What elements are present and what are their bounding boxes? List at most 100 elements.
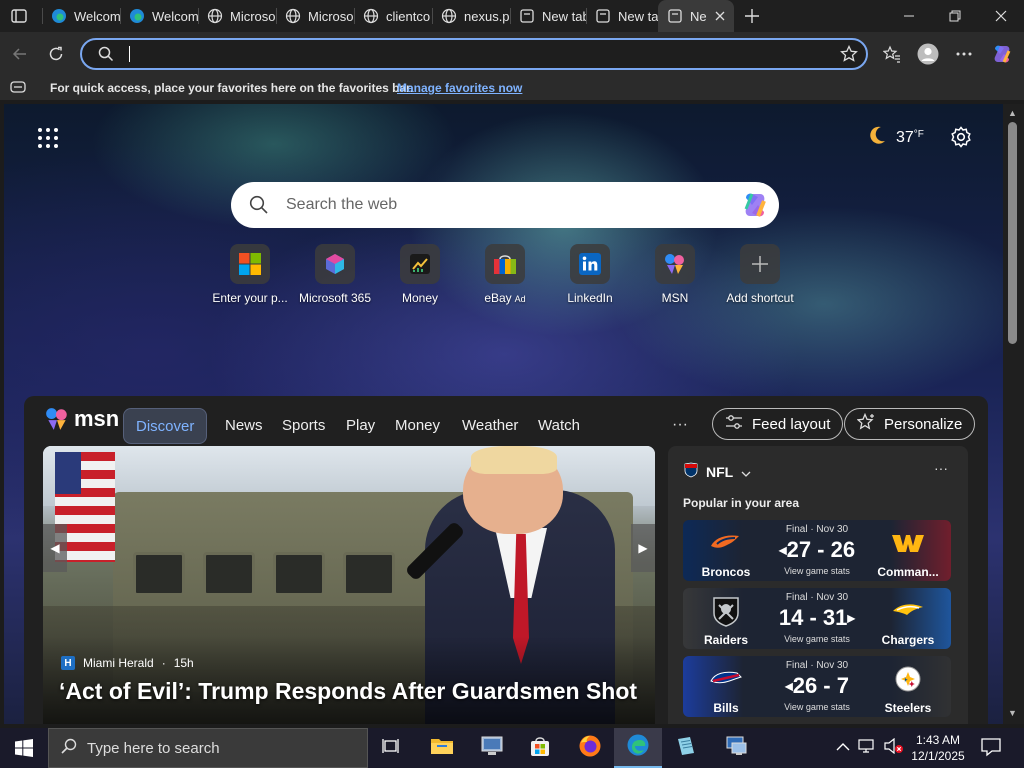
back-button[interactable] (5, 39, 35, 69)
taskbar-clock[interactable]: 1:43 AM 12/1/2025 (906, 732, 970, 764)
favorite-star-icon[interactable] (840, 44, 858, 68)
shortcut-label: Enter your p... (212, 291, 288, 305)
hero-source-name: Miami Herald (83, 656, 154, 670)
more-menu-button[interactable] (949, 39, 979, 69)
browser-tab[interactable]: New tab (586, 0, 658, 32)
browser-tab[interactable]: New tab (510, 0, 586, 32)
winner-caret-left-icon: ◀ (785, 681, 793, 693)
taskbar-app-notepad[interactable] (662, 728, 710, 768)
taskbar-firefox[interactable] (566, 728, 614, 768)
nfl-header[interactable]: NFL (684, 462, 751, 481)
hero-headline[interactable]: ‘Act of Evil’: Trump Responds After Guar… (59, 678, 637, 705)
refresh-button[interactable] (41, 39, 71, 69)
view-game-stats-link[interactable]: View game stats (683, 566, 951, 576)
browser-tab[interactable]: nexus.p (432, 0, 510, 32)
taskbar-edge-active[interactable] (614, 728, 662, 768)
browser-toolbar (0, 32, 1024, 76)
tab-title: Microso (230, 8, 276, 24)
hero-story-card[interactable]: H Miami Herald · 15h ‘Act of Evil’: Trum… (43, 446, 655, 724)
nav-tab-news[interactable]: News (213, 408, 275, 444)
taskbar-file-explorer[interactable] (418, 728, 466, 768)
start-button[interactable] (0, 728, 48, 768)
browser-tab[interactable]: Welcom (120, 0, 198, 32)
browser-tab[interactable]: Microso (276, 0, 354, 32)
taskbar-search-box[interactable]: Type here to search (48, 728, 368, 768)
chevron-up-icon[interactable] (836, 739, 850, 757)
scroll-down-arrow-icon[interactable]: ▼ (1008, 708, 1017, 718)
nav-tab-money[interactable]: Money (383, 408, 452, 444)
shortcut-tile[interactable]: Enter your p... (205, 244, 295, 305)
profile-avatar[interactable] (913, 39, 943, 69)
notification-center-icon[interactable] (980, 736, 1002, 763)
page-scrollbar[interactable]: ▲ ▼ (1003, 104, 1024, 724)
plus-icon (740, 244, 780, 284)
taskbar-app-computer[interactable] (468, 728, 516, 768)
copilot-icon[interactable] (987, 39, 1017, 69)
nav-tab-watch[interactable]: Watch (526, 408, 592, 444)
shopping-bag-icon (485, 244, 525, 284)
scrollbar-thumb[interactable] (1008, 122, 1017, 344)
carousel-prev-button[interactable]: ◀ (43, 524, 67, 572)
tab-actions-menu-icon[interactable] (8, 6, 30, 26)
game-card[interactable]: Final · Nov 30 14 - 31▶ Raiders Chargers… (683, 588, 951, 649)
browser-tab[interactable]: Microso (198, 0, 276, 32)
game-card[interactable]: Final · Nov 30 ◀27 - 26 Broncos Comman..… (683, 520, 951, 581)
nav-tab-weather[interactable]: Weather (450, 408, 530, 444)
page-settings-gear-icon[interactable] (950, 126, 972, 153)
scroll-up-arrow-icon[interactable]: ▲ (1008, 108, 1017, 118)
nfl-more-button[interactable]: ··· (934, 460, 948, 476)
carousel-next-button[interactable]: ▶ (631, 524, 655, 572)
game-score-value: 14 - 31 (778, 605, 848, 630)
personalize-button[interactable]: Personalize (844, 408, 976, 440)
msn-icon (655, 244, 695, 284)
address-bar[interactable] (80, 38, 868, 70)
web-search-input[interactable] (286, 195, 706, 215)
browser-tab-active[interactable]: Ne (658, 0, 734, 32)
web-search-box[interactable] (231, 182, 779, 228)
tab-title: Microso (308, 8, 354, 24)
chevron-right-icon: ▶ (638, 541, 648, 555)
tab-title: New tab (542, 8, 586, 24)
feed-layout-button[interactable]: Feed layout (712, 408, 844, 440)
favorites-button[interactable] (877, 39, 907, 69)
nav-tab-discover[interactable]: Discover (123, 408, 208, 444)
sliders-icon (725, 414, 743, 434)
shortcut-label: Add shortcut (726, 291, 794, 305)
m365-icon (315, 244, 355, 284)
taskbar-app-remote[interactable] (712, 728, 760, 768)
app-launcher-icon[interactable] (38, 128, 58, 148)
shortcut-tile[interactable]: Money (375, 244, 465, 305)
browser-tab[interactable]: clientco (354, 0, 432, 32)
shortcut-tile[interactable]: LinkedIn (545, 244, 635, 305)
game-card[interactable]: Final · Nov 30 ◀26 - 7 Bills Steelers Vi… (683, 656, 951, 717)
volume-muted-icon[interactable] (884, 737, 904, 759)
copilot-icon[interactable] (739, 189, 771, 226)
nav-tab-play[interactable]: Play (334, 408, 387, 444)
close-tab-icon[interactable] (712, 8, 728, 24)
minimize-button[interactable] (886, 0, 932, 32)
network-icon[interactable] (858, 738, 876, 759)
browser-tab[interactable]: Welcom (42, 0, 120, 32)
restore-button[interactable] (932, 0, 978, 32)
weather-widget[interactable]: 37°F (866, 124, 924, 151)
shortcut-tile[interactable]: MSN (630, 244, 720, 305)
add-shortcut-tile[interactable]: Add shortcut (715, 244, 805, 305)
new-tab-button[interactable] (742, 6, 762, 26)
view-game-stats-link[interactable]: View game stats (683, 634, 951, 644)
nav-tab-sports[interactable]: Sports (270, 408, 337, 444)
favorites-bar: For quick access, place your favorites h… (0, 76, 1024, 100)
msn-logo[interactable]: msn (44, 406, 119, 432)
clock-date: 12/1/2025 (911, 749, 965, 763)
nav-more-button[interactable]: ··· (672, 416, 688, 434)
shortcut-tile[interactable]: Microsoft 365 (290, 244, 380, 305)
folder-icon (430, 736, 454, 761)
manage-favorites-link[interactable]: Manage favorites now (397, 81, 522, 95)
address-input[interactable] (126, 44, 806, 64)
taskbar-microsoft-store[interactable] (516, 728, 564, 768)
edge-icon (626, 733, 650, 762)
task-view-button[interactable] (368, 728, 416, 768)
close-window-button[interactable] (978, 0, 1024, 32)
chevron-left-icon: ◀ (50, 541, 60, 555)
view-game-stats-link[interactable]: View game stats (683, 702, 951, 712)
shortcut-tile[interactable]: eBay Ad (460, 244, 550, 305)
